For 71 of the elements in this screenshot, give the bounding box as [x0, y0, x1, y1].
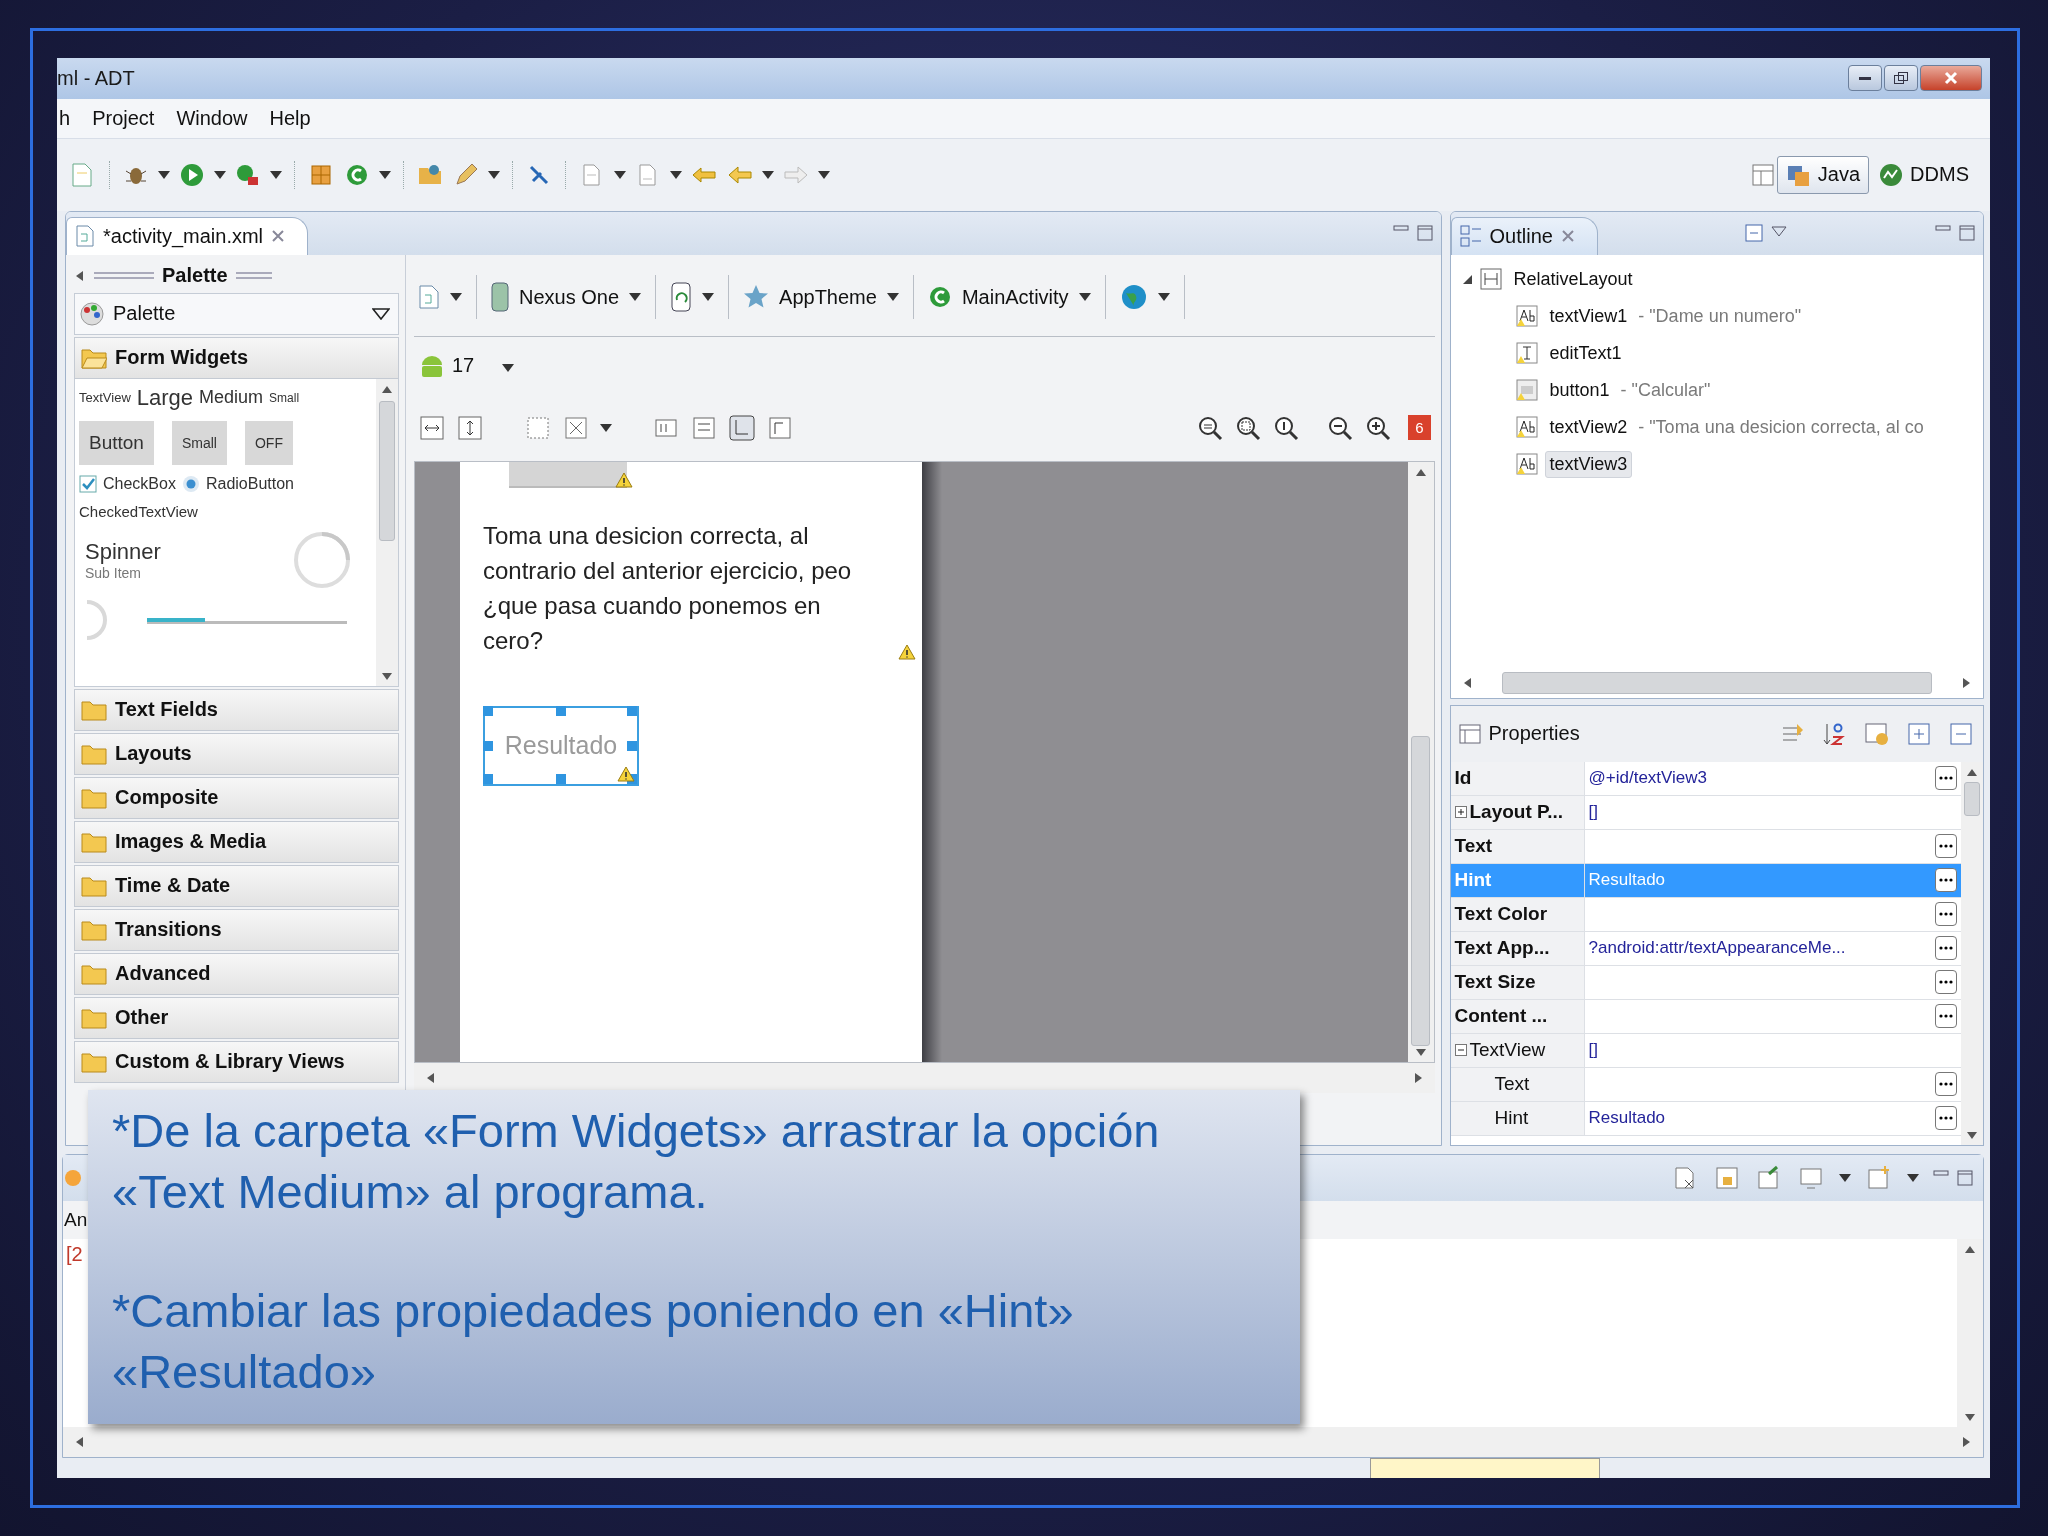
widget-preview-button[interactable]: Button: [79, 420, 154, 465]
property-value[interactable]: ?android:attr/textAppearanceMe...: [1588, 938, 1846, 959]
console-label: An: [63, 1207, 88, 1232]
palette-category[interactable]: Custom & Library Views: [74, 1040, 399, 1083]
device-dropdown[interactable]: Nexus One: [477, 275, 657, 320]
property-value[interactable]: @+id/textView3: [1588, 768, 1708, 789]
editor-tab[interactable]: *activity_main.xml: [66, 216, 309, 255]
tree-item-detail: - "Dame un numero": [1638, 305, 1802, 327]
perspective-button[interactable]: DDMS: [1869, 155, 1978, 194]
console-line: [2: [66, 1242, 83, 1267]
property-name: Text Size: [1454, 971, 1536, 994]
tree-item[interactable]: textView2: [1544, 413, 1633, 441]
palette-category[interactable]: Text Fields: [74, 688, 399, 731]
spinner-subtitle: Sub Item: [85, 564, 143, 581]
palette-category[interactable]: Time & Date: [74, 864, 399, 907]
property-value[interactable]: Resultado: [1588, 1108, 1666, 1129]
property-name: Text: [1454, 835, 1493, 858]
property-name: Content ...: [1454, 1005, 1548, 1028]
tree-item-detail: - "Calcular": [1620, 379, 1711, 401]
caption-text: *Cambiar las propiedades poniendo en «Hint» «Resultado»: [112, 1283, 1075, 1400]
outline-title: Outline: [1489, 224, 1553, 248]
editor-tab-label: *activity_main.xml: [103, 224, 264, 248]
theme-dropdown[interactable]: AppTheme: [729, 275, 914, 320]
palette-category[interactable]: Advanced: [74, 952, 399, 995]
property-name: Text Color: [1454, 903, 1548, 926]
tree-item[interactable]: button1: [1544, 376, 1615, 404]
menu-item[interactable]: Window: [176, 106, 248, 130]
activity-dropdown[interactable]: MainActivity: [913, 275, 1106, 320]
property-name: TextView: [1469, 1039, 1546, 1062]
property-name: Text: [1494, 1073, 1530, 1096]
palette-category[interactable]: Transitions: [74, 908, 399, 951]
widget-preview-button[interactable]: Small: [171, 420, 227, 465]
window-title: ml - ADT: [57, 66, 135, 90]
caption-text: *De la carpeta «Form Widgets» arrastrar la opción «Text Medium» al programa.: [112, 1103, 1161, 1220]
spinner-title[interactable]: Spinner: [85, 538, 161, 565]
widget-preview-text[interactable]: Large: [136, 384, 194, 411]
checkbox-label[interactable]: CheckBox: [103, 474, 176, 493]
widget-preview-text[interactable]: TextView: [79, 390, 131, 406]
widget-preview-text[interactable]: Small: [269, 390, 300, 405]
palette-category[interactable]: Other: [74, 996, 399, 1039]
widget-preview-button[interactable]: OFF: [244, 420, 293, 465]
palette-category[interactable]: Form Widgets: [74, 336, 399, 379]
palette-category[interactable]: Composite: [74, 776, 399, 819]
api-level-dropdown[interactable]: 17: [418, 351, 515, 380]
perspective-button[interactable]: Java: [1776, 155, 1870, 194]
menu-item[interactable]: h: [59, 106, 71, 130]
outline-tab[interactable]: Outline: [1450, 216, 1598, 255]
properties-title: Properties: [1488, 722, 1580, 746]
tree-item[interactable]: RelativeLayout: [1508, 265, 1638, 293]
tree-item[interactable]: textView3: [1544, 450, 1633, 478]
menu-item[interactable]: Help: [269, 106, 311, 130]
tree-item[interactable]: editText1: [1544, 339, 1627, 367]
property-name: Text App...: [1454, 937, 1550, 960]
property-name: Layout P...: [1469, 801, 1564, 824]
widget-preview-text[interactable]: CheckedTextView: [79, 502, 372, 520]
palette-selector[interactable]: Palette: [74, 292, 399, 335]
radio-label[interactable]: RadioButton: [205, 474, 294, 493]
property-name: Id: [1454, 767, 1472, 790]
palette-category[interactable]: Layouts: [74, 732, 399, 775]
tree-item-detail: - "Toma una desicion correcta, al co: [1638, 416, 1924, 438]
paragraph-preview: Toma una desicion correcta, al contrario del anterior ejercicio, peo ¿que pasa cuando ponemos en cero?: [483, 520, 853, 656]
error-count-badge[interactable]: 6: [1408, 415, 1431, 441]
property-name: Hint: [1454, 869, 1492, 892]
property-value[interactable]: []: [1588, 1040, 1598, 1061]
palette-category[interactable]: Images & Media: [74, 820, 399, 863]
property-value[interactable]: []: [1588, 802, 1598, 823]
menu-item[interactable]: Project: [92, 106, 155, 130]
palette-title: Palette: [162, 264, 228, 288]
widget-preview-text[interactable]: Medium: [199, 387, 264, 409]
tree-item[interactable]: textView1: [1544, 302, 1633, 330]
property-name: Hint: [1494, 1107, 1529, 1130]
